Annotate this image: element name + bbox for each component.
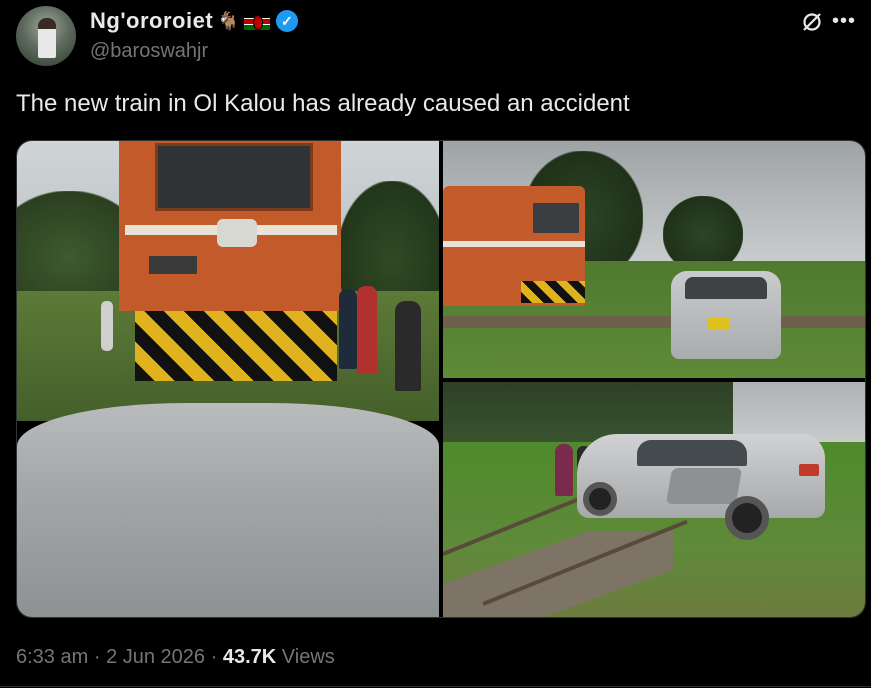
views-label: Views xyxy=(281,646,335,668)
tweet-text: The new train in Ol Kalou has already ca… xyxy=(16,90,630,117)
verified-badge-icon[interactable]: ✓ xyxy=(276,10,299,32)
photo-damaged-car[interactable] xyxy=(443,382,865,617)
tweet-header: Ng'ororoiet 🐐 ✓ @baroswahjr ••• xyxy=(16,4,856,68)
meta-separator: · xyxy=(93,646,101,668)
more-icon[interactable]: ••• xyxy=(832,10,856,33)
tweet-meta: 6:33 am · 2 Jun 2026 · 43.7K Views xyxy=(16,646,335,669)
meta-separator: · xyxy=(210,646,218,668)
author-display-name[interactable]: Ng'ororoiet xyxy=(90,8,213,34)
author-handle[interactable]: @baroswahjr xyxy=(90,40,208,63)
author-name-row[interactable]: Ng'ororoiet 🐐 ✓ xyxy=(90,8,299,34)
views-count[interactable]: 43.7K xyxy=(223,646,276,668)
media-grid[interactable] xyxy=(16,140,866,618)
kenya-flag-icon xyxy=(244,12,271,30)
goat-emoji-icon: 🐐 xyxy=(217,10,241,31)
photo-train-front[interactable] xyxy=(17,141,439,617)
tweet-date[interactable]: 2 Jun 2026 xyxy=(106,646,205,668)
divider xyxy=(0,686,871,687)
avatar[interactable] xyxy=(16,6,76,66)
tweet-time[interactable]: 6:33 am xyxy=(16,646,88,668)
photo-train-and-car[interactable] xyxy=(443,141,865,378)
grok-icon[interactable] xyxy=(800,10,824,34)
